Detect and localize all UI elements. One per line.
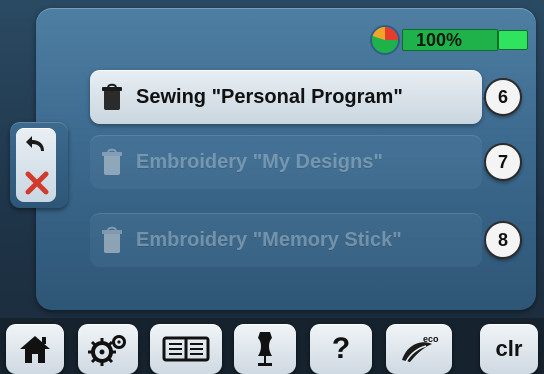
back-arrow-icon[interactable] (24, 134, 50, 156)
program-row-my-designs: Embroidery "My Designs" 0 7 (90, 135, 522, 189)
program-label: Sewing "Personal Program" (136, 85, 403, 108)
tutorial-button[interactable] (150, 324, 222, 374)
home-button[interactable] (6, 324, 64, 374)
dress-form-icon (258, 332, 272, 366)
creative-consultant-button[interactable] (234, 324, 296, 374)
settings-gears-icon (88, 335, 126, 366)
clear-button[interactable]: clr (480, 324, 538, 374)
help-button[interactable]: ? (310, 324, 372, 374)
program-row-sewing[interactable]: Sewing "Personal Program" 5 6 (90, 70, 522, 124)
callout-marker: 6 (484, 78, 522, 116)
bottom-toolbar: ? eco clr (0, 318, 544, 374)
back-cancel-tab[interactable] (16, 128, 56, 202)
eco-button[interactable]: eco (386, 324, 452, 374)
back-cancel-control (10, 122, 68, 208)
pie-chart-icon (372, 27, 398, 53)
book-icon (162, 336, 210, 362)
help-icon: ? (331, 332, 351, 365)
home-icon (20, 336, 50, 363)
device-screen: 100% Sewing "Personal Program" 5 6 Embro… (0, 0, 544, 374)
callout-marker: 8 (484, 221, 522, 259)
status-indicator: 100% (372, 27, 532, 55)
clear-label: clr (495, 336, 523, 361)
cancel-x-icon[interactable] (24, 170, 50, 196)
trash-icon (102, 83, 122, 110)
program-label: Embroidery "Memory Stick" (136, 228, 402, 251)
trash-icon (102, 148, 122, 175)
program-row-memory-stick: Embroidery "Memory Stick" 0 8 (90, 213, 522, 267)
eco-leaf-icon: eco (402, 334, 439, 363)
eco-label: eco (423, 334, 439, 344)
trash-icon (102, 226, 122, 253)
percent-label: 100% (416, 30, 463, 50)
percent-bar: 100% (402, 29, 528, 51)
settings-button[interactable] (78, 324, 138, 374)
program-label: Embroidery "My Designs" (136, 150, 383, 173)
callout-marker: 7 (484, 143, 522, 181)
